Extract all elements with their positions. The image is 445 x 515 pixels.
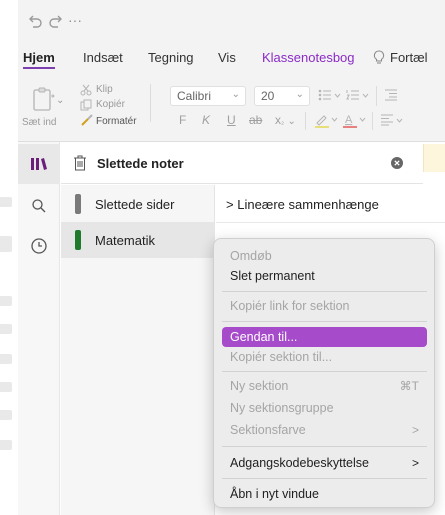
font-name-select[interactable]: Calibri ⌄ xyxy=(170,86,246,106)
background-item xyxy=(0,197,12,207)
font-size-select[interactable]: 20 ⌄ xyxy=(254,86,310,106)
search-icon xyxy=(32,199,46,213)
menu-item-new-section[interactable]: Ny sektion ⌘T xyxy=(222,376,427,396)
list-item[interactable]: Matematik xyxy=(61,222,215,258)
font-color-icon[interactable]: A xyxy=(342,112,368,128)
menu-item-password-protection[interactable]: Adgangskodebeskyttelse > xyxy=(222,453,427,473)
background-item xyxy=(0,440,12,450)
divider xyxy=(376,86,377,106)
tab-indsaet[interactable]: Indsæt xyxy=(83,50,123,65)
paste-icon[interactable] xyxy=(32,86,56,112)
numbered-list-icon[interactable] xyxy=(346,89,370,101)
ribbon-border xyxy=(18,141,445,142)
align-icon[interactable] xyxy=(380,114,406,126)
divider xyxy=(216,222,445,223)
menu-item-copy-link[interactable]: Kopiér link for sektion xyxy=(222,296,427,316)
lightbulb-icon[interactable] xyxy=(373,50,385,65)
divider xyxy=(305,112,306,130)
menu-separator xyxy=(222,291,427,292)
background-item xyxy=(0,410,12,420)
recent-button[interactable] xyxy=(18,226,60,266)
chevron-down-icon[interactable]: ⌄ xyxy=(56,95,64,106)
chevron-right-icon: > xyxy=(226,197,234,212)
format-painter-icon[interactable] xyxy=(80,114,94,127)
menu-item-section-color[interactable]: Sektionsfarve > xyxy=(222,420,427,440)
submenu-chevron-icon: > xyxy=(411,423,419,437)
background-item xyxy=(0,296,12,306)
svg-text:A: A xyxy=(345,114,353,126)
copy-label[interactable]: Kopiér xyxy=(96,99,125,110)
active-tab-indicator xyxy=(23,67,55,69)
undo-icon[interactable] xyxy=(27,14,43,28)
subscript-button[interactable]: x₂ ⌄ xyxy=(275,113,296,127)
scissors-icon[interactable] xyxy=(80,84,92,96)
page-title: Slettede noter xyxy=(97,156,184,171)
more-icon[interactable]: ··· xyxy=(68,12,82,28)
section-label: Slettede sider xyxy=(95,197,175,212)
redo-icon[interactable] xyxy=(48,14,64,28)
menu-separator xyxy=(222,371,427,372)
tab-vis[interactable]: Vis xyxy=(218,50,236,65)
menu-item-restore-to[interactable]: Gendan til... xyxy=(222,327,427,347)
background-item xyxy=(0,354,12,364)
section-label: Matematik xyxy=(95,233,155,248)
bold-button[interactable]: F xyxy=(179,113,186,127)
highlight-icon[interactable] xyxy=(314,112,340,128)
tab-tegning[interactable]: Tegning xyxy=(148,50,194,65)
list-item[interactable]: > Lineære sammenhænge xyxy=(226,197,379,212)
close-icon[interactable] xyxy=(391,157,403,169)
menu-item-open-in-new-window[interactable]: Åbn i nyt vindue xyxy=(222,484,427,504)
tab-klassenotesbog[interactable]: Klassenotesbog xyxy=(262,50,355,65)
menu-item-delete-permanently[interactable]: Slet permanent xyxy=(222,266,427,286)
underline-button[interactable]: U xyxy=(227,113,236,127)
page-edge xyxy=(423,144,445,172)
italic-button[interactable]: K xyxy=(202,113,210,127)
notebooks-button[interactable] xyxy=(18,144,60,184)
menu-separator xyxy=(222,478,427,479)
background-item xyxy=(0,382,12,392)
menu-item-rename[interactable]: Omdøb xyxy=(222,246,427,266)
list-item[interactable]: Slettede sider xyxy=(61,186,215,222)
menu-item-copy-section-to[interactable]: Kopiér sektion til... xyxy=(222,347,427,367)
submenu-chevron-icon: > xyxy=(411,456,419,470)
menu-separator xyxy=(222,446,427,447)
strikethrough-button[interactable]: ab xyxy=(249,113,262,127)
cut-label[interactable]: Klip xyxy=(96,84,113,95)
tab-hjem[interactable]: Hjem xyxy=(23,50,55,65)
shortcut-label: ⌘T xyxy=(399,379,419,393)
format-label[interactable]: Formatér xyxy=(96,116,137,127)
menu-item-new-section-group[interactable]: Ny sektionsgruppe xyxy=(222,398,427,418)
menu-separator xyxy=(222,321,427,322)
copy-icon[interactable] xyxy=(80,99,92,111)
section-color-tab xyxy=(75,230,81,250)
trash-icon xyxy=(73,155,87,171)
clock-icon xyxy=(31,238,47,254)
page-label: Lineære sammenhænge xyxy=(237,197,379,212)
divider xyxy=(372,112,373,130)
notebooks-icon xyxy=(31,158,47,170)
outdent-icon[interactable] xyxy=(384,89,398,101)
paste-label: Sæt ind xyxy=(22,117,57,128)
divider xyxy=(150,84,151,122)
background-item xyxy=(0,236,12,252)
background-item xyxy=(0,324,12,334)
tab-fortael[interactable]: Fortæl xyxy=(390,50,428,65)
search-button[interactable] xyxy=(18,186,60,226)
section-color-tab xyxy=(75,194,81,214)
bullet-list-icon[interactable] xyxy=(318,89,342,101)
